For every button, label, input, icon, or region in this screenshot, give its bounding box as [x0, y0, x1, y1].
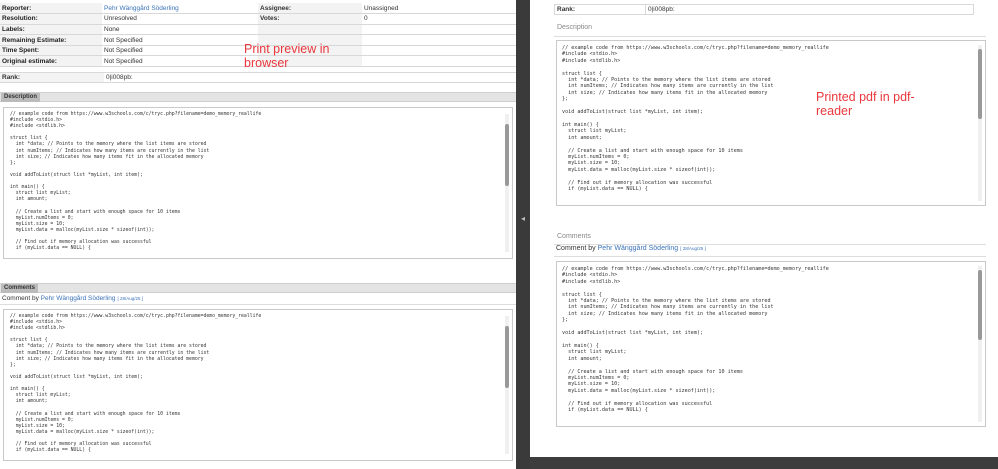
divider-grip-icon[interactable]: ◂ [520, 214, 526, 224]
field-value: Unresolved [102, 13, 258, 25]
rank-label: Rank: [557, 6, 576, 13]
field-value: Not Specified [102, 55, 258, 68]
comment-code-block: // example code from https://www.w3schoo… [3, 309, 513, 461]
field-value [362, 24, 516, 36]
field-value: Unassigned [362, 3, 516, 15]
comment-author-link[interactable]: Pehr Wänggård Söderling [41, 295, 116, 302]
comment-prefix: Comment by [556, 245, 596, 252]
field-label: Assignee: [258, 3, 362, 15]
separator [554, 36, 986, 37]
field-value: 0 [362, 13, 516, 25]
scrollbar-thumb[interactable] [978, 49, 982, 119]
description-code-block: // example code from https://www.w3schoo… [556, 40, 986, 206]
separator [554, 256, 986, 257]
code-scrollbar[interactable] [978, 266, 982, 422]
code-scrollbar[interactable] [978, 45, 982, 201]
field-label: Labels: [0, 24, 102, 36]
description-tab: Description [1, 93, 41, 102]
comments-title: Comments [557, 233, 591, 240]
scrollbar-thumb[interactable] [505, 124, 509, 186]
comments-tab: Comments [1, 284, 39, 293]
pdf-page: Rank: 0|i008pb: Description // example c… [530, 0, 998, 457]
field-value [362, 34, 516, 46]
comment-header: Comment by Pehr Wänggård Söderling[ 28/A… [0, 293, 516, 305]
comment-date: [ 28/Aug/25 ] [117, 296, 143, 301]
code-text: // example code from https://www.w3schoo… [10, 112, 262, 252]
code-scrollbar[interactable] [505, 114, 509, 252]
pdf-reader-bottom-strip [530, 457, 998, 469]
field-label: Votes: [258, 13, 362, 25]
pdf-reader-pane: Rank: 0|i008pb: Description // example c… [530, 0, 998, 469]
code-scrollbar[interactable] [505, 316, 509, 454]
field-label: Time Spent: [0, 45, 102, 57]
field-value: None [102, 24, 258, 36]
comment-code-block: // example code from https://www.w3schoo… [556, 261, 986, 427]
field-label: Remaining Estimate: [0, 34, 102, 46]
rank-value: 0|i008pb: [645, 5, 675, 14]
pane-divider[interactable]: ◂ [516, 0, 530, 469]
reporter-link[interactable]: Pehr Wänggård Söderling [102, 3, 258, 15]
code-text: // example code from https://www.w3schoo… [562, 266, 829, 413]
rank-label: Rank: [0, 73, 104, 82]
annotation-print-preview: Print preview in browser [244, 42, 330, 70]
field-label: Resolution: [0, 13, 102, 25]
description-code-block: // example code from https://www.w3schoo… [3, 107, 513, 259]
scrollbar-thumb[interactable] [978, 270, 982, 340]
description-title: Description [557, 24, 593, 31]
print-preview-pane: Reporter: Pehr Wänggård Söderling Assign… [0, 0, 516, 469]
annotation-printed-pdf: Printed pdf in pdf- reader [816, 90, 915, 118]
comment-header: Comment by Pehr Wänggård Söderling[ 28/A… [556, 245, 706, 252]
code-text: // example code from https://www.w3schoo… [10, 314, 262, 454]
rank-row: Rank: 0|i008pb: [0, 72, 516, 83]
field-value: Not Specified [102, 45, 258, 57]
comment-date: [ 28/Aug/25 ] [680, 246, 706, 251]
field-value [362, 55, 516, 68]
comment-prefix: Comment by [2, 295, 39, 302]
field-row-labels: Labels: None [0, 24, 516, 36]
field-value [362, 45, 516, 57]
field-row-resolution: Resolution: Unresolved Votes: 0 [0, 13, 516, 25]
field-label: Original estimate: [0, 55, 102, 68]
code-text: // example code from https://www.w3schoo… [562, 45, 829, 192]
field-row-reporter: Reporter: Pehr Wänggård Söderling Assign… [0, 3, 516, 15]
field-label: Reporter: [0, 3, 102, 15]
comment-author-link[interactable]: Pehr Wänggård Söderling [598, 245, 679, 252]
comments-section-bar: Comments [0, 283, 516, 293]
description-section-bar: Description [0, 92, 516, 102]
scrollbar-thumb[interactable] [505, 326, 509, 388]
rank-row: Rank: 0|i008pb: [554, 4, 974, 15]
field-label [258, 24, 362, 36]
rank-value: 0|i008pb: [106, 74, 133, 81]
field-value: Not Specified [102, 34, 258, 46]
